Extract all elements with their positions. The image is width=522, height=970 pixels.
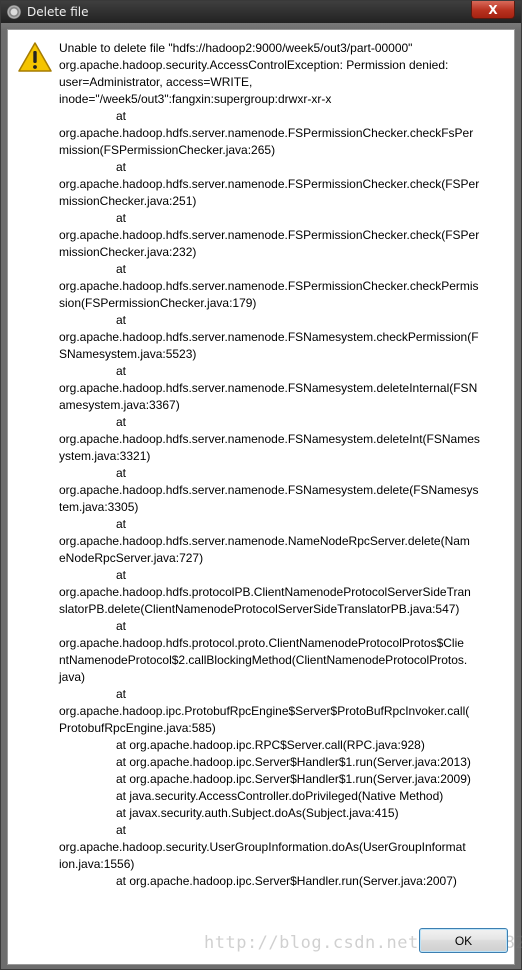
message-line: at — [116, 160, 127, 174]
message-line: Unable to delete file "hdfs://hadoop2:90… — [59, 41, 413, 55]
dialog-window: Delete file X Unable to delete file "hdf… — [0, 0, 522, 970]
dialog-body: Unable to delete file "hdfs://hadoop2:90… — [7, 29, 522, 965]
message-line: SNamesystem.java:5523) — [59, 347, 197, 361]
message-line: java) — [59, 670, 86, 684]
message-line: missionChecker.java:251) — [59, 194, 197, 208]
message-line: at org.apache.hadoop.ipc.Server$Handler$… — [116, 772, 471, 786]
close-icon: X — [488, 2, 498, 17]
message-line: org.apache.hadoop.hdfs.protocolPB.Client… — [59, 585, 471, 599]
ok-button[interactable]: OK — [419, 928, 508, 953]
message-line: org.apache.hadoop.security.AccessControl… — [59, 58, 449, 72]
message-line: at org.apache.hadoop.ipc.RPC$Server.call… — [116, 738, 425, 752]
message-line: org.apache.hadoop.hdfs.server.namenode.F… — [59, 432, 480, 446]
warning-icon — [18, 42, 52, 72]
message-line: org.apache.hadoop.hdfs.server.namenode.F… — [59, 228, 480, 242]
message-line: at org.apache.hadoop.ipc.Server$Handler$… — [116, 755, 471, 769]
message-line: ntNamenodeProtocol$2.callBlockingMethod(… — [59, 653, 468, 667]
message-line: org.apache.hadoop.security.UserGroupInfo… — [59, 840, 466, 854]
message-line: org.apache.hadoop.hdfs.server.namenode.N… — [59, 534, 470, 548]
message-line: org.apache.hadoop.hdfs.server.namenode.F… — [59, 483, 479, 497]
message-line: org.apache.hadoop.hdfs.server.namenode.F… — [59, 381, 478, 395]
message-line: org.apache.hadoop.hdfs.server.namenode.F… — [59, 177, 480, 191]
message-line: at — [116, 466, 127, 480]
message-line: at — [116, 313, 127, 327]
message-line: at — [116, 517, 127, 531]
message-line: at — [116, 211, 127, 225]
message-line: ystem.java:3321) — [59, 449, 151, 463]
window-title: Delete file — [27, 5, 89, 19]
close-button[interactable]: X — [471, 1, 515, 19]
app-gear-icon — [7, 5, 21, 19]
message-line: at — [116, 619, 127, 633]
message-line: inode="/week5/out3":fangxin:supergroup:d… — [59, 92, 332, 106]
message-line: at — [116, 364, 127, 378]
message-line: eNodeRpcServer.java:727) — [59, 551, 204, 565]
message-line: org.apache.hadoop.ipc.ProtobufRpcEngine$… — [59, 704, 470, 718]
message-line: at — [116, 109, 127, 123]
message-line: amesystem.java:3367) — [59, 398, 180, 412]
message-line: at — [116, 823, 127, 837]
message-line: org.apache.hadoop.hdfs.server.namenode.F… — [59, 279, 479, 293]
message-line: org.apache.hadoop.hdfs.server.namenode.F… — [59, 330, 479, 344]
message-line: org.apache.hadoop.hdfs.server.namenode.F… — [59, 126, 474, 140]
titlebar[interactable]: Delete file X — [1, 1, 521, 23]
message-line: mission(FSPermissionChecker.java:265) — [59, 143, 276, 157]
message-line: org.apache.hadoop.hdfs.protocol.proto.Cl… — [59, 636, 464, 650]
message-line: missionChecker.java:232) — [59, 245, 197, 259]
message-line: slatorPB.delete(ClientNamenodeProtocolSe… — [59, 602, 460, 616]
message-line: ion.java:1556) — [59, 857, 135, 871]
message-line: at — [116, 687, 127, 701]
message-line: user=Administrator, access=WRITE, — [59, 75, 253, 89]
message-line: at javax.security.auth.Subject.doAs(Subj… — [116, 806, 399, 820]
message-line: sion(FSPermissionChecker.java:179) — [59, 296, 257, 310]
message-line: at — [116, 415, 127, 429]
message-line: at org.apache.hadoop.ipc.Server$Handler.… — [116, 874, 457, 888]
message-line: ProtobufRpcEngine.java:585) — [59, 721, 216, 735]
message-line: at — [116, 262, 127, 276]
message-line: at — [116, 568, 127, 582]
error-message: Unable to delete file "hdfs://hadoop2:90… — [59, 40, 511, 890]
message-line: tem.java:3305) — [59, 500, 139, 514]
message-line: at java.security.AccessController.doPriv… — [116, 789, 444, 803]
